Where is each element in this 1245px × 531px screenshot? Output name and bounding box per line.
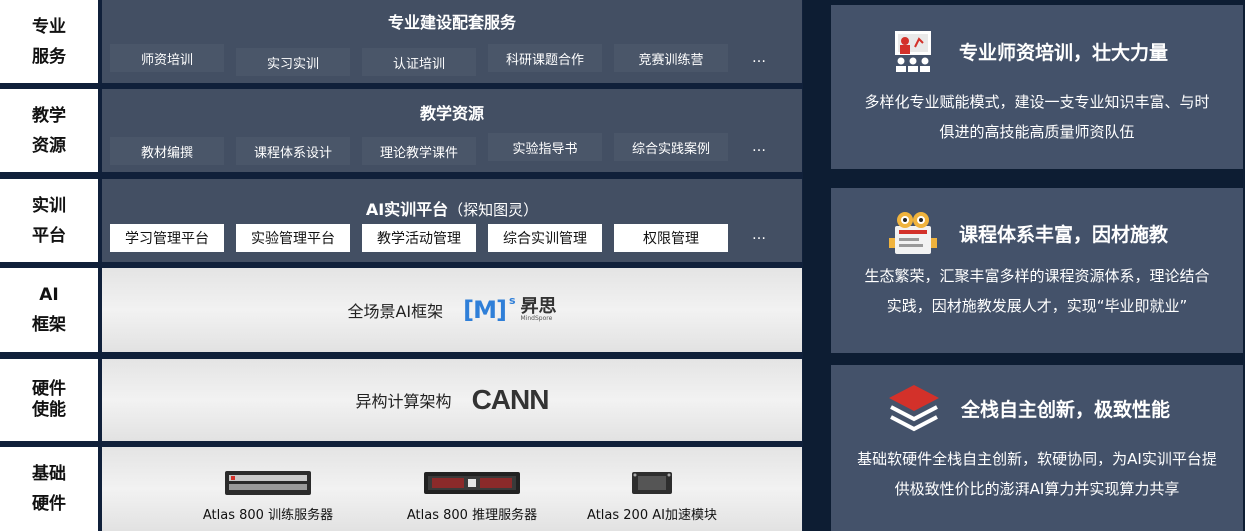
row-title: 专业建设配套服务	[387, 13, 516, 32]
row-title: AI实训平台（探知图灵）	[365, 200, 539, 219]
resource-chip: 实验指导书	[488, 133, 602, 161]
row-hardware-enablement: 硬件 使能 异构计算架构 CANN	[0, 359, 803, 441]
row-label: AI 框架	[0, 268, 98, 352]
service-chip: 竞赛训练营	[614, 44, 728, 72]
service-chip: 实习实训	[236, 48, 350, 76]
feature-card: 课程体系丰富，因材施教 生态繁荣，汇聚丰富多样的课程资源体系，理论结合 实践，因…	[831, 188, 1243, 353]
platform-module-chip: 实验管理平台	[236, 224, 350, 252]
row-ai-framework: AI 框架 全场景AI框架 [M] s 昇思 MindSpore	[0, 268, 803, 352]
row-label: 实训 平台	[0, 179, 98, 262]
card-description: 生态繁荣，汇聚丰富多样的课程资源体系，理论结合 实践，因材施教发展人才，实现“毕…	[864, 267, 1210, 315]
mindspore-logo: [M] s 昇思 MindSpore	[463, 294, 557, 324]
card-description: 多样化专业赋能模式，建设一支专业知识丰富、与时 俱进的高技能高质量师资队伍	[864, 93, 1210, 141]
row-teaching-resources: 教学 资源 教学资源 教材编撰 课程体系设计 理论教学课件 实验指导书 综合实践…	[0, 89, 803, 172]
row-body: 全场景AI框架 [M] s 昇思 MindSpore	[102, 268, 802, 352]
hardware-item: Atlas 200 AI加速模块	[582, 468, 722, 523]
more-ellipsis: …	[752, 50, 767, 66]
row-body: 专业建设配套服务 师资培训 实习实训 认证培训 科研课题合作 竞赛训练营 …	[102, 0, 802, 83]
teacher-board-icon	[895, 31, 931, 72]
platform-module-chip: 权限管理	[614, 224, 728, 252]
hardware-item: Atlas 800 训练服务器	[198, 468, 338, 523]
row-body: 异构计算架构 CANN	[102, 359, 802, 441]
row-professional-service: 专业 服务 专业建设配套服务 师资培训 实习实训 认证培训 科研课题合作 竞赛训…	[0, 0, 803, 83]
compute-arch-text: 异构计算架构	[355, 392, 452, 411]
resource-chip: 理论教学课件	[362, 137, 476, 165]
resource-chip: 教材编撰	[110, 137, 224, 165]
card-title: 全栈自主创新，极致性能	[961, 398, 1171, 421]
row-base-hardware: 基础 硬件 Atlas 800 训练服务器 Atlas 800 推理服务器 At…	[0, 447, 803, 531]
feature-card: 全栈自主创新，极致性能 基础软硬件全栈自主创新，软硬协同，为AI实训平台提 供极…	[831, 365, 1243, 531]
platform-module-chip: 学习管理平台	[110, 224, 224, 252]
feature-card: 专业师资培训，壮大力量 多样化专业赋能模式，建设一支专业知识丰富、与时 俱进的高…	[831, 5, 1243, 169]
accelerator-module-icon	[632, 472, 672, 494]
architecture-stack: 专业 服务 专业建设配套服务 师资培训 实习实训 认证培训 科研课题合作 竞赛训…	[0, 0, 803, 531]
service-chip: 师资培训	[110, 44, 224, 72]
row-title: 教学资源	[419, 104, 484, 123]
more-ellipsis: …	[752, 139, 767, 155]
resource-chip: 课程体系设计	[236, 137, 350, 165]
row-label: 硬件 使能	[0, 359, 98, 441]
platform-module-chip: 综合实训管理	[488, 224, 602, 252]
more-ellipsis: …	[752, 227, 767, 243]
card-title: 专业师资培训，壮大力量	[959, 41, 1169, 64]
row-training-platform: 实训 平台 AI实训平台（探知图灵） 学习管理平台 实验管理平台 教学活动管理 …	[0, 179, 803, 262]
framework-text: 全场景AI框架	[347, 302, 444, 321]
layers-stack-icon	[889, 385, 939, 432]
training-server-icon	[225, 471, 311, 495]
robot-book-icon	[889, 212, 937, 254]
resource-chip: 综合实践案例	[614, 133, 728, 161]
cann-logo: CANN	[471, 384, 550, 415]
row-label: 教学 资源	[0, 89, 98, 172]
card-description: 基础软硬件全栈自主创新，软硬协同，为AI实训平台提 供极致性价比的澎湃AI算力并…	[857, 450, 1217, 498]
platform-module-chip: 教学活动管理	[362, 224, 476, 252]
row-label: 专业 服务	[0, 0, 98, 83]
row-label: 基础 硬件	[0, 447, 98, 531]
inference-server-icon	[424, 472, 520, 494]
card-title: 课程体系丰富，因材施教	[959, 223, 1169, 246]
row-body: AI实训平台（探知图灵） 学习管理平台 实验管理平台 教学活动管理 综合实训管理…	[102, 179, 802, 262]
row-body: 教学资源 教材编撰 课程体系设计 理论教学课件 实验指导书 综合实践案例 …	[102, 89, 802, 172]
service-chip: 认证培训	[362, 48, 476, 76]
service-chip: 科研课题合作	[488, 44, 602, 72]
hardware-item: Atlas 800 推理服务器	[402, 468, 542, 523]
row-body: Atlas 800 训练服务器 Atlas 800 推理服务器 Atlas 20…	[102, 447, 802, 531]
